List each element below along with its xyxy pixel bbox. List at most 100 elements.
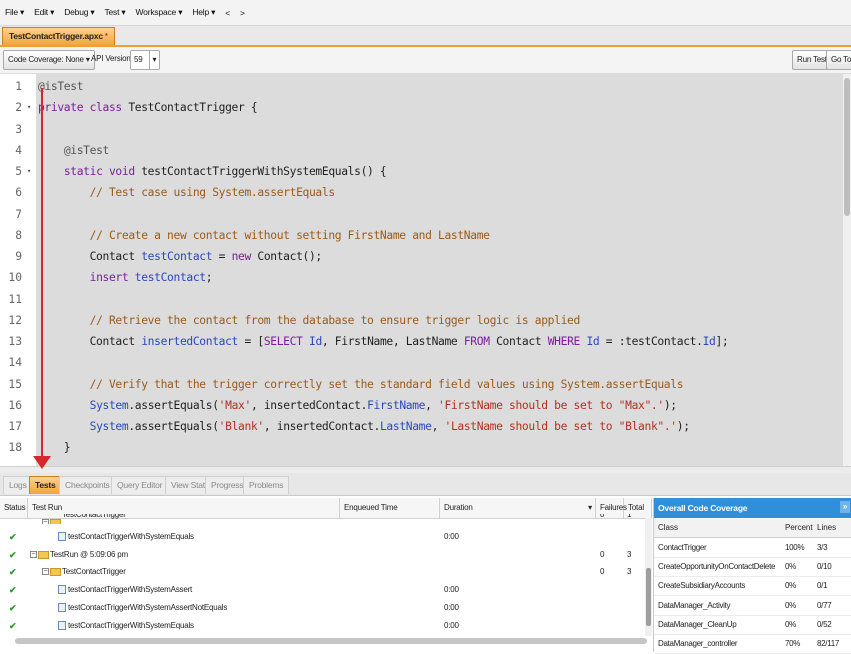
menu-item[interactable]: Workspace ▾ (131, 7, 188, 18)
code-token: @isTest (38, 80, 84, 93)
panel-tab-query-editor[interactable]: Query Editor (111, 476, 169, 494)
code-token: , insertedContact. (263, 420, 380, 433)
column-lines[interactable]: Lines (817, 519, 836, 537)
code-token: , (431, 420, 445, 433)
column-class[interactable]: Class (658, 519, 678, 537)
code-token: Contact (38, 335, 142, 348)
collapse-icon[interactable]: » (840, 501, 850, 513)
duration-value: 0:00 (444, 620, 459, 630)
line-number: 9 (15, 250, 22, 263)
test-grid-scroll-thumb[interactable] (646, 568, 651, 626)
panel-tab-checkpoints[interactable]: Checkpoints (59, 476, 116, 494)
folder-icon (50, 519, 61, 524)
total-value: 1 (627, 514, 632, 519)
pass-check-icon: ✔ (9, 603, 17, 613)
code-token: private class (38, 101, 122, 115)
test-row[interactable]: ✔ testContactTriggerWithSystemAssertNotEq… (0, 599, 652, 617)
code-token: Id (586, 335, 600, 348)
coverage-percent: 0% (785, 581, 796, 591)
folder-icon (50, 568, 61, 577)
code-token: FirstName (367, 398, 426, 412)
pass-check-icon: ✔ (9, 620, 17, 631)
coverage-row[interactable]: CreateSubsidiaryAccounts 0% 0/1 (654, 576, 851, 597)
code-token: insertedContact (141, 335, 239, 348)
code-token: insert (89, 271, 129, 285)
editor-tab-label: TestContactTrigger.apxc (9, 31, 103, 41)
code-line: 1 @isTest (0, 76, 851, 97)
line-number: 18 (8, 441, 22, 455)
code-coverage-select[interactable]: Code Coverage: None ▾ (3, 50, 95, 70)
panel-tab-problems[interactable]: Problems (243, 476, 290, 494)
test-row[interactable]: ✔ testContactTriggerWithSystemEquals 0:00 (0, 528, 652, 546)
coverage-title-label: Overall Code Coverage (658, 503, 748, 513)
code-line: 16 System.assertEquals('Max', insertedCo… (0, 395, 851, 416)
menu-item[interactable]: Edit ▾ (29, 7, 59, 18)
menu-item[interactable]: Debug ▾ (59, 7, 99, 18)
test-row[interactable]: − TestContactTrigger 0 1 (0, 514, 652, 524)
code-text: // Retrieve the contact from the databas… (38, 310, 581, 331)
test-row[interactable]: ✔ − TestRun @ 5:09:06 pm 0 3 (0, 546, 652, 564)
test-row[interactable]: ✔ testContactTriggerWithSystemAssert 0:00 (0, 581, 652, 599)
test-grid-scrollbar[interactable] (645, 518, 652, 636)
test-row[interactable]: ✔ testContactTriggerWithSystemEquals 0:00 (0, 617, 652, 635)
code-token: Contact (38, 250, 142, 263)
code-token: , (425, 398, 439, 412)
coverage-row[interactable]: DataManager_CleanUp 0% 0/52 (654, 615, 851, 635)
fold-toggle-icon[interactable]: ▾ (27, 161, 31, 182)
annotation-arrow-head (33, 456, 51, 469)
test-run-label: testContactTriggerWithSystemAssertNotEqu… (68, 603, 228, 612)
editor-scrollbar[interactable] (843, 74, 851, 466)
total-value: 3 (627, 567, 632, 577)
code-token: testContact (141, 250, 213, 263)
code-token: @isTest (63, 143, 110, 157)
code-text: // Verify that the trigger correctly set… (38, 374, 684, 395)
code-editor[interactable]: 1 @isTest 2 ▾ private class TestContactTrigg… (0, 74, 851, 466)
panel-tabs: Logs Tests Checkpoints Query Editor View Sta… (0, 473, 851, 496)
collapse-toggle-icon[interactable]: − (42, 519, 49, 524)
coverage-lines: 0/77 (817, 600, 832, 610)
menu-item[interactable]: > (235, 8, 250, 18)
coverage-row[interactable]: CreateOpportunityOnContactDelete 0% 0/10 (654, 557, 851, 578)
go-to-button[interactable]: Go To (826, 50, 851, 70)
editor-scroll-thumb[interactable] (844, 78, 850, 216)
code-line: 14 (0, 352, 851, 373)
line-number: 10 (8, 271, 22, 285)
test-run-label: TestContactTrigger (62, 567, 126, 577)
menu-item[interactable]: Test ▾ (99, 7, 130, 18)
collapse-toggle-icon[interactable]: − (30, 550, 37, 558)
menu-item[interactable]: Help ▾ (187, 7, 220, 18)
editor-toolbar: Code Coverage: None ▾ API Version: 59 ▾ … (0, 47, 851, 74)
column-percent[interactable]: Percent (785, 519, 813, 537)
menu-item[interactable]: < (220, 8, 235, 18)
test-grid-horizontal-scrollbar[interactable] (15, 638, 647, 644)
panel-tab-tests[interactable]: Tests (29, 476, 62, 494)
line-number: 5 (15, 165, 22, 178)
api-version-select[interactable]: 59 ▾ (130, 50, 161, 70)
coverage-percent: 0% (785, 600, 796, 610)
line-number: 15 (8, 377, 22, 391)
test-run-label: testContactTriggerWithSystemEquals (68, 531, 194, 541)
editor-tab-test-contact-trigger[interactable]: TestContactTrigger.apxc * (2, 27, 115, 45)
test-method-icon (58, 531, 66, 541)
line-number: 3 (15, 122, 22, 136)
test-row[interactable]: ✔ − TestContactTrigger 0 3 (0, 563, 652, 581)
code-token: // Create a new contact without setting … (89, 228, 490, 242)
code-line: 17 System.assertEquals('Blank', inserted… (0, 416, 851, 437)
coverage-row[interactable]: ContactTrigger 100% 3/3 (654, 538, 851, 558)
code-line: 2 ▾ private class TestContactTrigger { (0, 97, 851, 118)
code-line: 3 (0, 119, 851, 140)
pass-check-icon: ✔ (9, 567, 17, 578)
collapse-toggle-icon[interactable]: − (42, 568, 49, 576)
panel-splitter[interactable] (0, 466, 851, 473)
fold-toggle-icon[interactable]: ▾ (27, 97, 31, 118)
coverage-row[interactable]: DataManager_Activity 0% 0/77 (654, 596, 851, 616)
menu-item[interactable]: File ▾ (0, 7, 29, 18)
pass-check-icon: ✔ (9, 585, 17, 596)
code-token: Contact(); (250, 250, 322, 263)
coverage-class-name: DataManager_controller (658, 639, 738, 648)
code-text: Contact insertedContact = [SELECT Id, Fi… (38, 331, 729, 352)
code-token: static void (63, 165, 135, 178)
coverage-row[interactable]: DataManager_controller 70% 82/117 (654, 634, 851, 654)
code-token: ); (676, 420, 690, 433)
